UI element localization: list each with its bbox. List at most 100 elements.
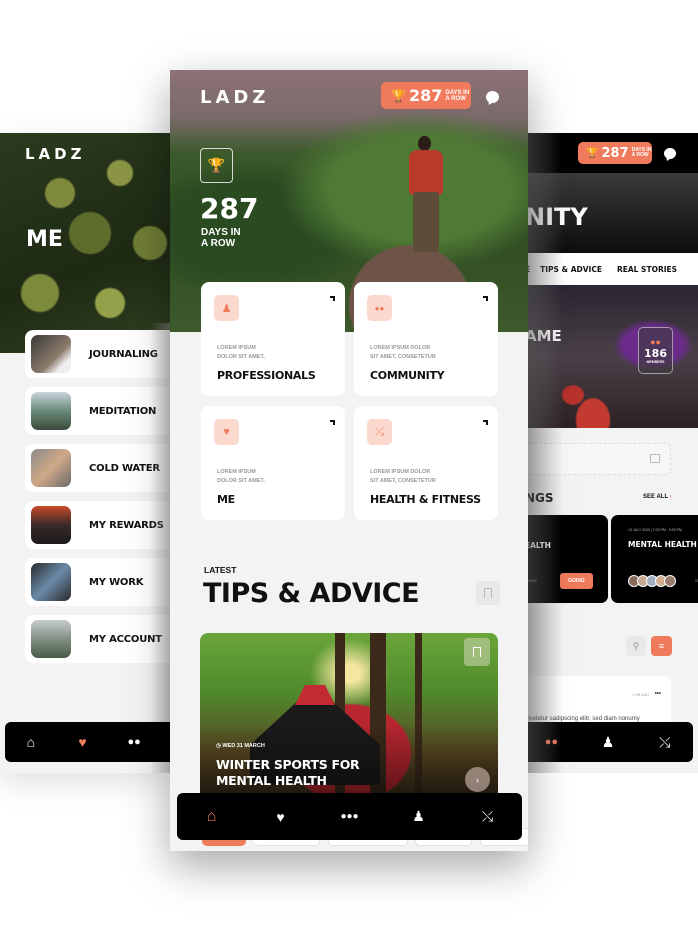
streak-label: DAYS IN A ROW	[631, 147, 652, 158]
streak-count: 287	[601, 145, 629, 161]
tab-real-stories[interactable]: REAL STORIES	[617, 265, 677, 274]
ladz-logo: LADZ	[25, 145, 86, 163]
tab-professionals[interactable]: ♟	[580, 734, 637, 751]
search-icon: ⚲	[632, 640, 640, 651]
image-icon[interactable]	[650, 454, 660, 463]
avatar	[664, 575, 676, 587]
trophy-icon-box: 🏆	[200, 148, 233, 183]
professional-icon: ♟	[601, 733, 615, 750]
tab-home[interactable]: ⌂	[177, 808, 246, 826]
article-date: ◷ WED 31 MARCH	[216, 743, 265, 749]
work-thumbnail	[31, 563, 71, 601]
corner-arrow-icon	[330, 420, 335, 425]
heart-icon: ♥	[78, 734, 87, 750]
community-icon: ●●	[650, 337, 661, 347]
left-tab-bar: ⌂ ♥ ●●	[5, 722, 175, 762]
next-button[interactable]: ›	[465, 767, 490, 792]
saved-button[interactable]	[476, 581, 500, 605]
category-card-health-fitness[interactable]: ⤯ LOREM IPSUM DOLOR SIT AMET, CONSETETUR …	[354, 406, 498, 520]
corner-arrow-icon	[483, 296, 488, 301]
category-description: LOREM IPSUM DOLOR SIT AMET,	[217, 469, 265, 484]
app-showcase: LADZ ME JOURNALING MEDITATION COLD WATER…	[0, 0, 698, 929]
category-description: LOREM IPSUM DOLOR SIT AMET, CONSETETUR	[370, 469, 436, 484]
hiker-figure	[403, 136, 449, 256]
home-icon: ⌂	[26, 734, 36, 750]
streak-badge[interactable]: 🏆 287 DAYS IN A ROW	[381, 82, 471, 109]
event-title: MENTAL HEALTH D	[628, 540, 698, 549]
bottom-tab-bar: ⌂ ♥ ●●● ♟ ⤯	[177, 793, 522, 840]
dumbbell-icon: ⤯	[367, 419, 392, 445]
menu-item-label: JOURNALING	[89, 348, 158, 360]
event-datetime: 13 JULY 2023 | 7:00 PM - 9:00 PM	[628, 528, 682, 532]
tab-professionals[interactable]: ♟	[384, 808, 453, 825]
filter-icon: ≡	[658, 641, 665, 651]
heart-icon: ♥	[276, 808, 285, 825]
home-screen: LADZ 🏆 287 DAYS IN A ROW 🏆 287 DAYS IN A R…	[170, 70, 528, 851]
category-description: LOREM IPSUM DOLOR SIT AMET, CONSETETUR	[370, 345, 436, 360]
streak-count: 287	[408, 86, 443, 105]
streak-count-large: 287	[200, 192, 259, 225]
tab-fitness[interactable]: ⤯	[636, 734, 693, 751]
section-eyebrow: LATEST	[204, 565, 237, 575]
professional-icon: ♟	[214, 295, 239, 321]
tab-community[interactable]: ●●●	[315, 811, 384, 822]
me-screen: LADZ ME JOURNALING MEDITATION COLD WATER…	[0, 133, 175, 773]
menu-item-label: MEDITATION	[89, 405, 157, 417]
bookmark-button[interactable]	[464, 638, 490, 666]
filter-button[interactable]: ≡	[651, 636, 672, 656]
home-icon: ⌂	[206, 807, 217, 825]
category-description: LOREM IPSUM DOLOR SIT AMET,	[217, 345, 265, 360]
chat-icon[interactable]	[486, 91, 499, 103]
dumbbell-icon: ⤯	[659, 733, 671, 750]
chevron-right-icon: ›	[669, 494, 672, 500]
chat-icon[interactable]	[664, 148, 676, 159]
article-title: WINTER SPORTS FOR MENTAL HEALTH	[216, 757, 360, 788]
category-card-community[interactable]: ●● LOREM IPSUM DOLOR SIT AMET, CONSETETUR…	[354, 282, 498, 396]
event-card[interactable]: 13 JULY 2023 | 7:00 PM - 9:00 PM MENTAL …	[611, 515, 698, 603]
trophy-icon: 🏆	[391, 88, 406, 103]
tab-home[interactable]: ⌂	[5, 734, 57, 750]
category-title: HEALTH & FITNESS	[370, 493, 481, 506]
meditation-thumbnail	[31, 392, 71, 430]
community-icon: ●●	[367, 295, 392, 321]
members-count: 186	[644, 347, 667, 360]
heart-icon: ♥	[214, 419, 239, 445]
screen-edge-shadow	[523, 133, 563, 773]
tab-community[interactable]: ●●	[108, 736, 160, 748]
tab-me[interactable]: ♥	[246, 809, 315, 825]
see-all-link[interactable]: SEE ALL ›	[643, 494, 672, 500]
community-screen: 🏆 287 DAYS INA ROW NITY E TIPS & ADVICE …	[523, 133, 698, 773]
page-title: ME	[26, 227, 63, 252]
corner-arrow-icon	[483, 420, 488, 425]
category-title: COMMUNITY	[370, 369, 445, 382]
corner-arrow-icon	[330, 296, 335, 301]
more-icon[interactable]: •••	[655, 691, 661, 697]
trophy-icon: 🏆	[207, 157, 226, 173]
tab-fitness[interactable]: ⤯	[453, 808, 522, 825]
cold-water-thumbnail	[31, 449, 71, 487]
ladz-logo: LADZ	[200, 87, 270, 108]
professional-icon: ♟	[412, 808, 425, 824]
tab-me[interactable]: ♥	[57, 734, 109, 750]
account-thumbnail	[31, 620, 71, 658]
members-count-box: ●● 186 MEMBERS	[638, 327, 673, 374]
community-icon: ●●●	[340, 811, 359, 822]
category-card-me[interactable]: ♥ LOREM IPSUM DOLOR SIT AMET, ME	[201, 406, 345, 520]
community-icon: ●●	[127, 736, 141, 748]
article-card[interactable]: ◷ WED 31 MARCH WINTER SPORTS FOR MENTAL …	[200, 633, 498, 803]
trophy-icon: 🏆	[586, 147, 599, 159]
members-label: MEMBERS	[646, 360, 665, 364]
streak-label-large: DAYS IN A ROW	[201, 227, 241, 249]
menu-item-label: MY WORK	[89, 576, 144, 588]
dumbbell-icon: ⤯	[481, 808, 494, 824]
bookmark-icon	[484, 588, 492, 598]
going-button[interactable]: GOING	[560, 573, 593, 589]
rewards-thumbnail	[31, 506, 71, 544]
attendee-avatars	[628, 574, 676, 592]
category-card-professionals[interactable]: ♟ LOREM IPSUM DOLOR SIT AMET, PROFESSIONA…	[201, 282, 345, 396]
bookmark-icon	[473, 647, 481, 657]
streak-label: DAYS IN A ROW	[445, 89, 470, 102]
search-button[interactable]: ⚲	[626, 636, 646, 656]
streak-badge[interactable]: 🏆 287 DAYS IN A ROW	[578, 142, 652, 164]
chevron-right-icon: ›	[476, 774, 479, 785]
